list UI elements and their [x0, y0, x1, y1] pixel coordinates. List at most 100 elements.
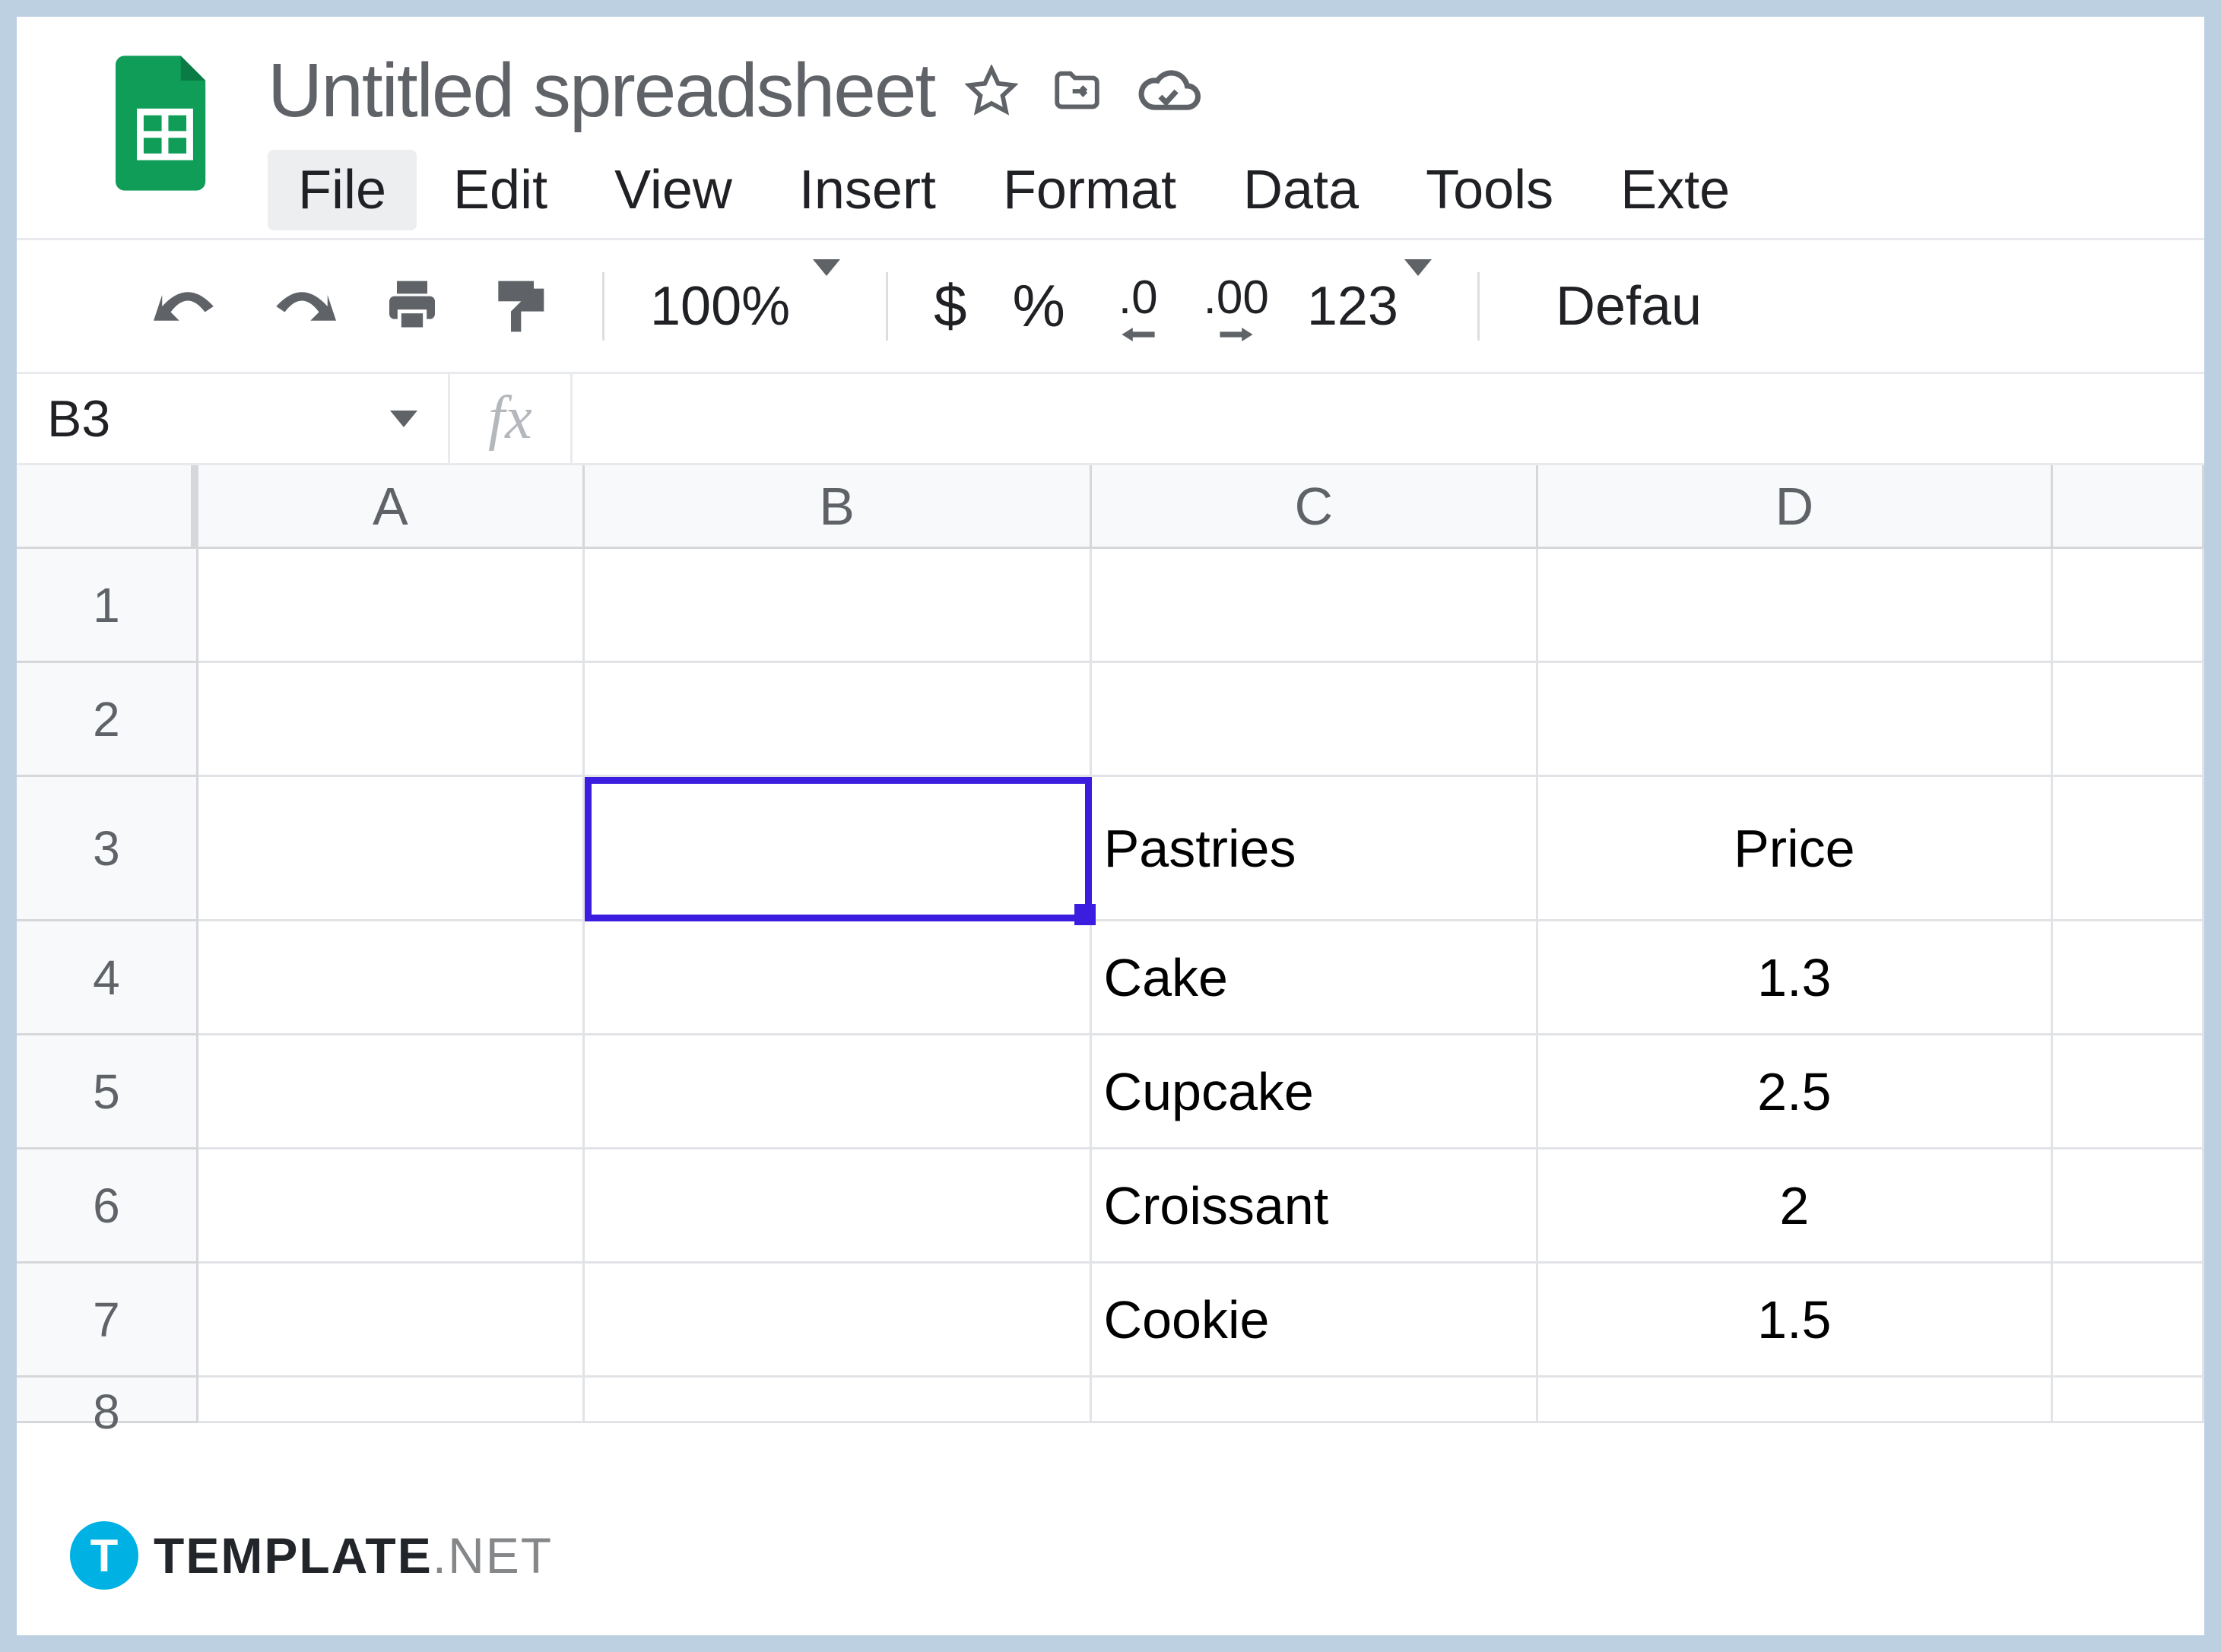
row-header-1[interactable]: 1	[17, 549, 198, 663]
cell-C5[interactable]: Cupcake	[1092, 1035, 1538, 1149]
cell-A3[interactable]	[198, 777, 585, 921]
fx-icon: fx	[450, 374, 573, 463]
cell-D1[interactable]	[1538, 549, 2053, 663]
cell-D5[interactable]: 2.5	[1538, 1035, 2053, 1149]
cell-D2[interactable]	[1538, 663, 2053, 777]
decrease-decimal-button[interactable]: .0	[1096, 263, 1181, 349]
column-header-E[interactable]	[2053, 465, 2204, 549]
menu-extensions[interactable]: Exte	[1590, 150, 1760, 230]
column-header-A[interactable]: A	[198, 465, 585, 549]
cell-A1[interactable]	[198, 549, 585, 663]
menu-format[interactable]: Format	[972, 150, 1207, 230]
cell-D6[interactable]: 2	[1538, 1149, 2053, 1264]
formula-input[interactable]	[573, 374, 2204, 463]
cell-B2[interactable]	[585, 663, 1092, 777]
row-5: 5 Cupcake 2.5	[17, 1035, 2204, 1149]
paint-format-button[interactable]	[465, 268, 572, 344]
column-header-B[interactable]: B	[585, 465, 1092, 549]
watermark-light: .NET	[433, 1527, 553, 1584]
name-box[interactable]: B3	[17, 374, 450, 463]
decrease-decimal-label: .0	[1118, 271, 1158, 325]
cell-B6[interactable]	[585, 1149, 1092, 1264]
document-title[interactable]: Untitled spreadsheet	[268, 47, 934, 135]
cell-E8[interactable]	[2053, 1378, 2204, 1423]
cell-D7[interactable]: 1.5	[1538, 1264, 2053, 1378]
sheets-logo[interactable]	[108, 47, 222, 199]
cell-C6[interactable]: Croissant	[1092, 1149, 1538, 1264]
cell-A2[interactable]	[198, 663, 585, 777]
cell-E2[interactable]	[2053, 663, 2204, 777]
row-2: 2	[17, 663, 2204, 777]
move-folder-icon[interactable]	[1049, 65, 1106, 118]
cell-E1[interactable]	[2053, 549, 2204, 663]
cell-E7[interactable]	[2053, 1264, 2204, 1378]
formula-bar-row: B3 fx	[17, 374, 2204, 465]
redo-button[interactable]	[245, 276, 359, 337]
row-header-6[interactable]: 6	[17, 1149, 198, 1264]
cell-E4[interactable]	[2053, 921, 2204, 1035]
cell-B5[interactable]	[585, 1035, 1092, 1149]
row-header-7[interactable]: 7	[17, 1264, 198, 1378]
cell-A5[interactable]	[198, 1035, 585, 1149]
cell-C7[interactable]: Cookie	[1092, 1264, 1538, 1378]
cell-D8[interactable]	[1538, 1378, 2053, 1423]
cell-E6[interactable]	[2053, 1149, 2204, 1264]
menu-edit[interactable]: Edit	[423, 150, 578, 230]
cell-A7[interactable]	[198, 1264, 585, 1378]
cell-B1[interactable]	[585, 549, 1092, 663]
increase-decimal-label: .00	[1204, 271, 1269, 325]
column-header-D[interactable]: D	[1538, 465, 2053, 549]
cell-B7[interactable]	[585, 1264, 1092, 1378]
cell-B8[interactable]	[585, 1378, 1092, 1423]
cell-E3[interactable]	[2053, 777, 2204, 921]
cell-A8[interactable]	[198, 1378, 585, 1423]
cloud-status-icon[interactable]	[1136, 65, 1201, 118]
toolbar-separator	[886, 272, 888, 341]
increase-decimal-button[interactable]: .00	[1181, 263, 1292, 349]
font-dropdown[interactable]: Defau	[1510, 268, 1717, 345]
row-header-4[interactable]: 4	[17, 921, 198, 1035]
row-header-3[interactable]: 3	[17, 777, 198, 921]
column-header-C[interactable]: C	[1092, 465, 1538, 549]
star-icon[interactable]	[965, 65, 1018, 118]
row-header-8[interactable]: 8	[17, 1378, 198, 1423]
row-1: 1	[17, 549, 2204, 663]
row-3: 3 Pastries Price	[17, 777, 2204, 921]
spreadsheet-grid: A B C D 1 2 3 Pastries Price	[17, 465, 2204, 1423]
format-currency-button[interactable]: $	[919, 264, 982, 348]
name-box-value: B3	[47, 389, 110, 449]
cell-B3-selected[interactable]	[585, 777, 1092, 921]
undo-button[interactable]	[131, 276, 245, 337]
google-sheets-window: Untitled spreadsheet File Edit View Inse…	[17, 17, 2204, 1635]
row-6: 6 Croissant 2	[17, 1149, 2204, 1264]
toolbar: 100% $ % .0 .00 123 Defau	[17, 238, 2204, 374]
watermark-bold: TEMPLATE	[154, 1527, 433, 1584]
watermark-text: TEMPLATE.NET	[154, 1527, 553, 1584]
cell-C1[interactable]	[1092, 549, 1538, 663]
cell-A6[interactable]	[198, 1149, 585, 1264]
menu-data[interactable]: Data	[1213, 150, 1389, 230]
cell-A4[interactable]	[198, 921, 585, 1035]
format-percent-button[interactable]: %	[982, 264, 1096, 348]
menu-tools[interactable]: Tools	[1395, 150, 1584, 230]
cell-B4[interactable]	[585, 921, 1092, 1035]
print-button[interactable]	[359, 268, 465, 344]
row-header-5[interactable]: 5	[17, 1035, 198, 1149]
row-header-2[interactable]: 2	[17, 663, 198, 777]
menu-view[interactable]: View	[584, 150, 763, 230]
cell-C4[interactable]: Cake	[1092, 921, 1538, 1035]
more-formats-dropdown[interactable]: 123	[1292, 268, 1447, 345]
row-4: 4 Cake 1.3	[17, 921, 2204, 1035]
cell-C8[interactable]	[1092, 1378, 1538, 1423]
zoom-dropdown[interactable]: 100%	[635, 268, 855, 345]
menu-file[interactable]: File	[268, 150, 417, 230]
cell-D4[interactable]: 1.3	[1538, 921, 2053, 1035]
menu-insert[interactable]: Insert	[769, 150, 966, 230]
cell-E5[interactable]	[2053, 1035, 2204, 1149]
toolbar-separator	[602, 272, 604, 341]
cell-C2[interactable]	[1092, 663, 1538, 777]
select-all-corner[interactable]	[17, 465, 198, 549]
row-7: 7 Cookie 1.5	[17, 1264, 2204, 1378]
cell-C3[interactable]: Pastries	[1092, 777, 1538, 921]
cell-D3[interactable]: Price	[1538, 777, 2053, 921]
